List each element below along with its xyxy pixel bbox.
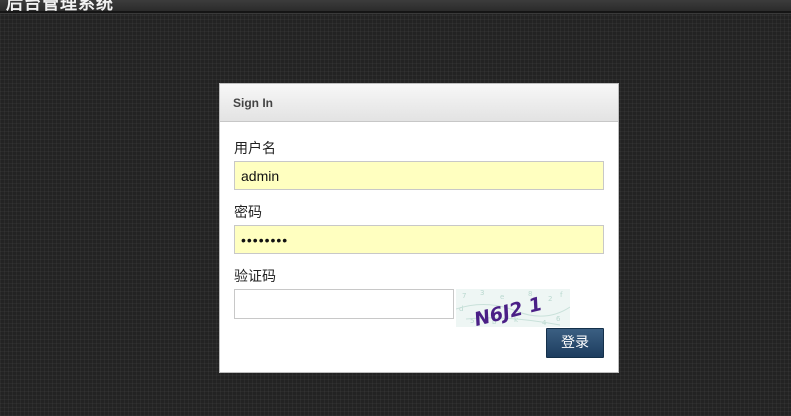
captcha-label: 验证码 — [234, 269, 276, 285]
login-button[interactable]: 登录 — [546, 328, 604, 358]
password-input[interactable] — [234, 225, 604, 254]
site-title: 后台管理系统 — [6, 0, 114, 13]
password-label: 密码 — [234, 205, 262, 221]
svg-text:e: e — [500, 293, 504, 301]
svg-text:d: d — [459, 305, 463, 313]
svg-text:3: 3 — [480, 289, 484, 297]
svg-text:6: 6 — [556, 315, 561, 323]
captcha-image[interactable]: 73e 82 f 5bk 4 6d N6J2 1 — [456, 289, 570, 327]
captcha-input[interactable] — [234, 289, 454, 319]
username-label: 用户名 — [234, 141, 276, 157]
top-header-bar: 后台管理系统 — [0, 0, 791, 13]
panel-header: Sign In — [220, 84, 618, 122]
sign-in-panel: Sign In 用户名 密码 验证码 73e 82f 5bk 46d N6J2 … — [219, 83, 619, 373]
svg-text:7: 7 — [462, 292, 466, 300]
svg-text:2: 2 — [548, 295, 552, 303]
username-input[interactable] — [234, 161, 604, 190]
panel-title: Sign In — [233, 96, 273, 110]
